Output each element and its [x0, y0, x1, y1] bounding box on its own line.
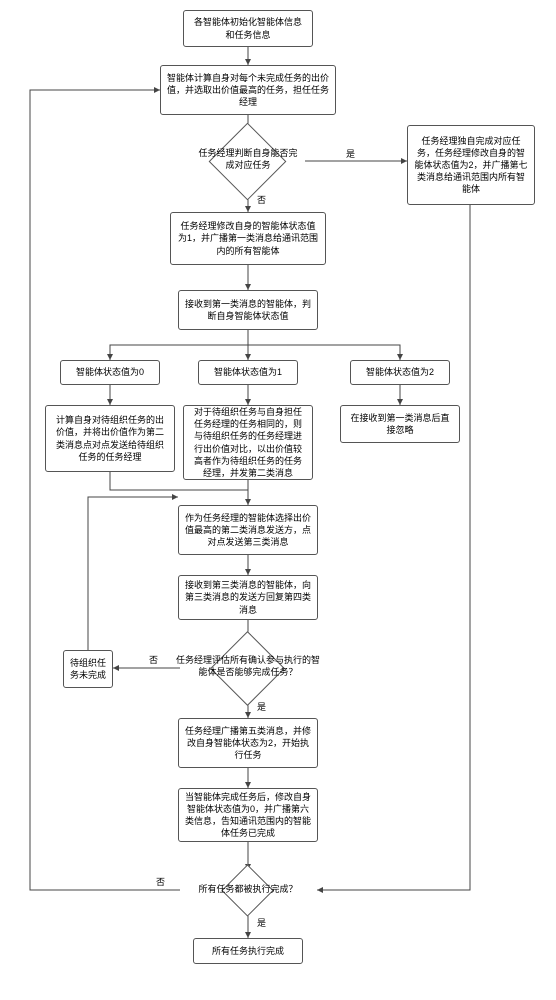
node-broadcast-6: 当智能体完成任务后，修改自身智能体状态值为0，并广播第六类信息，告知通讯范围内的…: [178, 788, 318, 842]
node-init: 各智能体初始化智能体信息和任务信息: [183, 10, 313, 47]
edge-yes-2: 是: [256, 700, 267, 713]
node-state1-action: 对于待组织任务与自身担任任务经理的任务相同的，则与待组织任务的任务经理进行出价值…: [183, 405, 313, 480]
text: 在接收到第一类消息后直接忽略: [347, 412, 453, 436]
node-broadcast-1: 任务经理修改自身的智能体状态值为1，并广播第一类消息给通讯范围内的所有智能体: [170, 212, 326, 265]
edge-yes-3: 是: [256, 916, 267, 929]
node-recv-check: 接收到第一类消息的智能体，判断自身智能体状态值: [178, 290, 318, 330]
text: 智能体计算自身对每个未完成任务的出价值，并选取出价值最高的任务，担任任务经理: [167, 72, 329, 108]
text: 任务经理修改自身的智能体状态值为1，并广播第一类消息给通讯范围内的所有智能体: [177, 220, 319, 256]
text: 智能体状态值为0: [76, 366, 144, 378]
edge-no-3: 否: [155, 875, 166, 888]
text: 计算自身对待组织任务的出价值，并将出价值作为第二类消息点对点发送给待组织任务的任…: [52, 414, 168, 463]
text: 待组织任务未完成: [70, 657, 106, 681]
edge-yes-1: 是: [345, 147, 356, 160]
text: 当智能体完成任务后，修改自身智能体状态值为0，并广播第六类信息，告知通讯范围内的…: [185, 791, 311, 840]
decision-can-complete: [209, 123, 287, 201]
edge-no-2: 否: [148, 653, 159, 666]
text: 作为任务经理的智能体选择出价值最高的第二类消息发送方，点对点发送第三类消息: [185, 512, 311, 548]
node-not-complete: 待组织任务未完成: [63, 650, 113, 688]
node-select-highest: 作为任务经理的智能体选择出价值最高的第二类消息发送方，点对点发送第三类消息: [178, 505, 318, 555]
text: 对于待组织任务与自身担任任务经理的任务相同的，则与待组织任务的任务经理进行出价值…: [190, 406, 306, 479]
decision-can-finish: [210, 631, 285, 706]
edge-no-1: 否: [256, 193, 267, 206]
node-state0-action: 计算自身对待组织任务的出价值，并将出价值作为第二类消息点对点发送给待组织任务的任…: [45, 405, 175, 472]
text: 智能体状态值为2: [366, 366, 434, 378]
node-calc-bid: 智能体计算自身对每个未完成任务的出价值，并选取出价值最高的任务，担任任务经理: [160, 65, 336, 115]
node-state-2: 智能体状态值为2: [350, 360, 450, 385]
text: 接收到第一类消息的智能体，判断自身智能体状态值: [185, 298, 311, 322]
node-solo-complete: 任务经理独自完成对应任务，任务经理修改自身的智能体状态值为2，并广播第七类消息给…: [407, 125, 535, 205]
node-state2-action: 在接收到第一类消息后直接忽略: [340, 405, 460, 443]
node-all-complete: 所有任务执行完成: [193, 938, 303, 964]
text: 所有任务执行完成: [212, 945, 284, 957]
node-state-0: 智能体状态值为0: [60, 360, 160, 385]
decision-all-done: [221, 864, 273, 916]
node-reply-4: 接收到第三类消息的智能体，向第三类消息的发送方回复第四类消息: [178, 575, 318, 620]
text: 各智能体初始化智能体信息和任务信息: [190, 16, 306, 40]
text: 接收到第三类消息的智能体，向第三类消息的发送方回复第四类消息: [185, 579, 311, 615]
text: 任务经理独自完成对应任务，任务经理修改自身的智能体状态值为2，并广播第七类消息给…: [414, 135, 528, 196]
node-broadcast-5: 任务经理广播第五类消息，并修改自身智能体状态为2，开始执行任务: [178, 718, 318, 768]
text: 智能体状态值为1: [214, 366, 282, 378]
node-state-1: 智能体状态值为1: [198, 360, 298, 385]
text: 任务经理广播第五类消息，并修改自身智能体状态为2，开始执行任务: [185, 725, 311, 761]
